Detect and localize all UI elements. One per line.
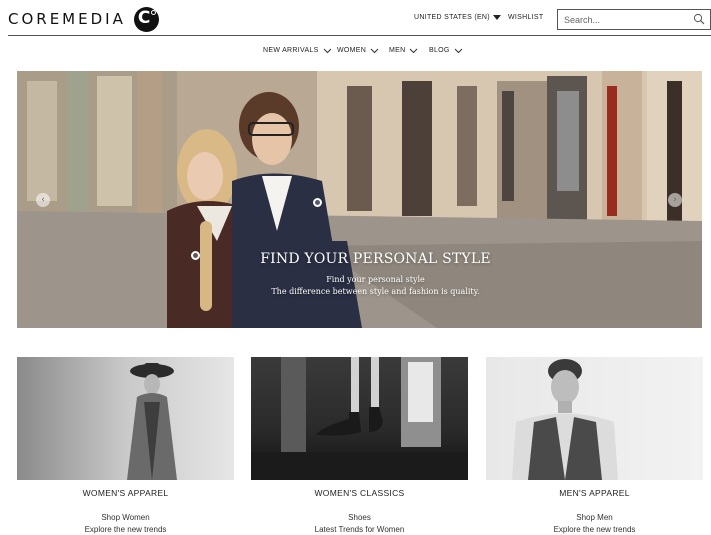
teaser-link-explore[interactable]: Explore the new trends bbox=[17, 525, 234, 534]
chevron-down-icon bbox=[370, 48, 379, 53]
teaser-image[interactable] bbox=[251, 357, 468, 480]
teaser-womens-apparel: WOMEN'S APPAREL Shop Women Explore the n… bbox=[17, 357, 234, 534]
chevron-down-icon bbox=[323, 48, 331, 53]
teaser-link-shop[interactable]: Shop Women bbox=[17, 513, 234, 522]
nav-item-label: NEW ARRIVALS bbox=[263, 47, 319, 54]
nav-item-label: BLOG bbox=[429, 47, 450, 54]
hero-subtitle: Find your personal style bbox=[326, 275, 425, 284]
woman-in-hat-image bbox=[127, 363, 177, 480]
carousel-next-button[interactable]: › bbox=[668, 193, 682, 207]
man-in-vest-image bbox=[512, 359, 618, 480]
chevron-left-icon: ‹ bbox=[41, 194, 45, 205]
search-box bbox=[557, 9, 711, 30]
hero-text: The difference between style and fashion… bbox=[271, 287, 480, 296]
teaser-link-shop[interactable]: Shop Men bbox=[486, 513, 703, 522]
wishlist-link[interactable]: WISHLIST bbox=[508, 14, 543, 21]
teaser-womens-classics: WOMEN'S CLASSICS Shoes Latest Trends for… bbox=[251, 357, 468, 534]
search-icon[interactable] bbox=[693, 13, 705, 25]
teaser-title[interactable]: WOMEN'S APPAREL bbox=[17, 488, 234, 498]
caret-down-icon bbox=[492, 15, 501, 20]
logo[interactable]: COREMEDIA C bbox=[8, 6, 159, 32]
header-divider bbox=[8, 35, 711, 36]
hero-banner[interactable]: ‹ › FIND YOUR PERSONAL STYLE Find your p… bbox=[17, 71, 702, 328]
nav-item-label: WOMEN bbox=[337, 47, 367, 54]
nav-item-new-arrivals[interactable]: NEW ARRIVALS bbox=[263, 47, 332, 54]
teaser-title[interactable]: MEN'S APPAREL bbox=[486, 488, 703, 498]
locale-label: UNITED STATES (EN) bbox=[414, 14, 490, 21]
chevron-down-icon bbox=[454, 48, 463, 53]
hero-title: FIND YOUR PERSONAL STYLE bbox=[260, 251, 491, 267]
search-input[interactable] bbox=[558, 10, 686, 30]
teaser-mens-apparel: MEN'S APPAREL Shop Men Explore the new t… bbox=[486, 357, 703, 534]
nav-item-men[interactable]: MEN bbox=[389, 47, 418, 54]
teaser-link-explore[interactable]: Explore the new trends bbox=[486, 525, 703, 534]
teaser-image[interactable] bbox=[17, 357, 234, 480]
locale-selector[interactable]: UNITED STATES (EN) bbox=[414, 14, 501, 21]
chevron-down-icon bbox=[410, 48, 418, 53]
nav-item-label: MEN bbox=[389, 47, 406, 54]
teaser-link-trends[interactable]: Latest Trends for Women bbox=[251, 525, 468, 534]
carousel-prev-button[interactable]: ‹ bbox=[36, 193, 50, 207]
main-navigation: NEW ARRIVALS WOMEN MEN BLOG bbox=[0, 47, 711, 59]
chevron-right-icon: › bbox=[673, 194, 677, 205]
logo-text: COREMEDIA bbox=[8, 10, 126, 28]
teaser-title[interactable]: WOMEN'S CLASSICS bbox=[251, 488, 468, 498]
nav-item-women[interactable]: WOMEN bbox=[337, 47, 379, 54]
logo-mark-letter: C bbox=[137, 7, 151, 28]
teaser-image[interactable] bbox=[486, 357, 703, 480]
shoes-image bbox=[251, 357, 468, 480]
site-header: COREMEDIA C UNITED STATES (EN) WISHLIST bbox=[0, 0, 711, 36]
nav-item-blog[interactable]: BLOG bbox=[429, 47, 463, 54]
logo-mark-icon: C bbox=[133, 6, 159, 32]
hotspot-icon[interactable] bbox=[313, 198, 322, 207]
teaser-link-shoes[interactable]: Shoes bbox=[251, 513, 468, 522]
